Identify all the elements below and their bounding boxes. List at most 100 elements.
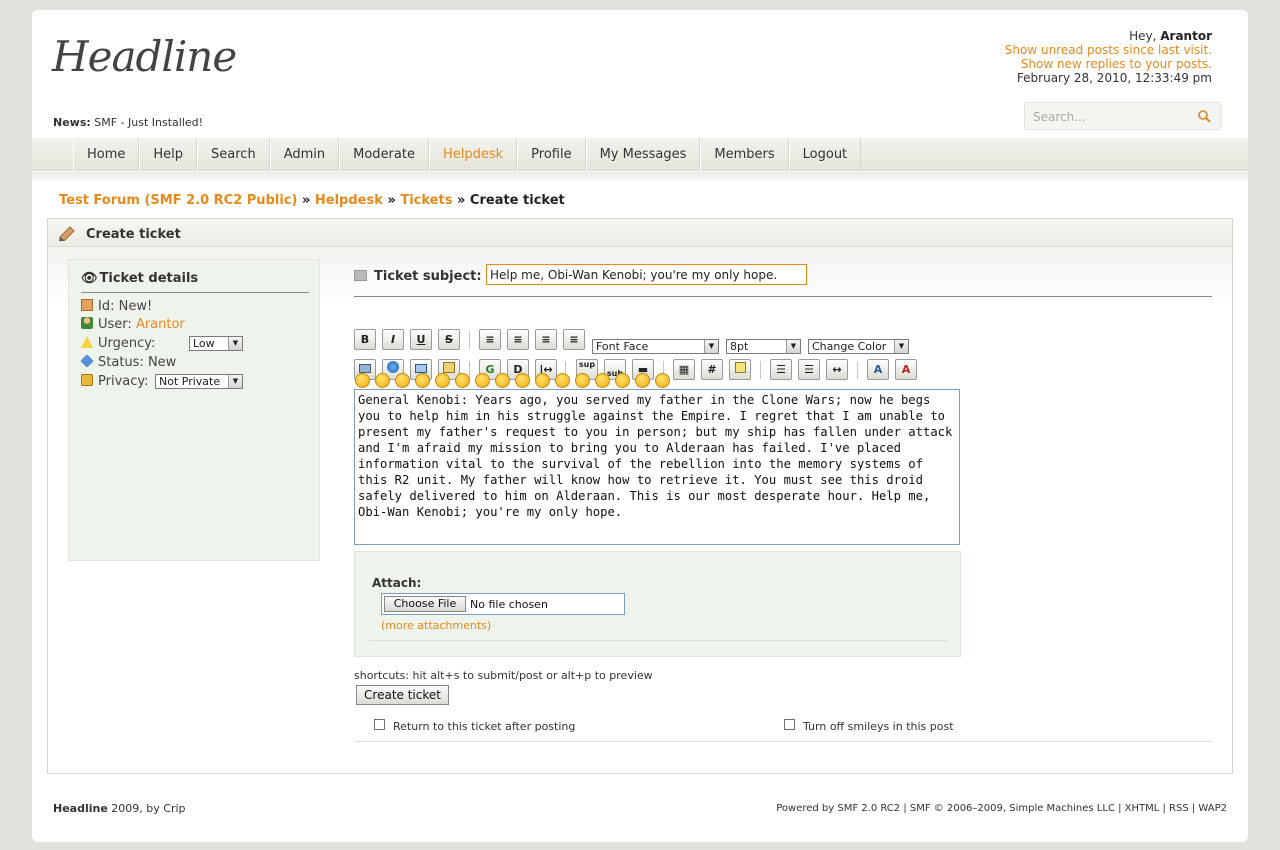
user-box: Hey, Arantor Show unread posts since las…: [1005, 29, 1212, 85]
align-right-button[interactable]: ≡: [563, 329, 585, 350]
folder-icon: [354, 270, 367, 281]
message-textarea[interactable]: General Kenobi: Years ago, you served my…: [354, 389, 960, 545]
undecided-icon[interactable]: [615, 373, 630, 388]
lock-icon: [81, 374, 93, 386]
panel-body: 👁 Ticket details Id: New! User: Arantor …: [48, 247, 1232, 773]
breadcrumb-tickets[interactable]: Tickets: [400, 193, 452, 208]
color-value: Change Color: [812, 340, 887, 353]
subject-input[interactable]: [486, 264, 807, 285]
site-logo[interactable]: Headline: [52, 32, 237, 81]
align-icon: ≡: [485, 333, 495, 346]
bulleted-list-button[interactable]: ☰: [770, 359, 792, 380]
user-link[interactable]: Arantor: [136, 317, 185, 332]
chevron-down-icon: ▼: [228, 375, 242, 388]
nav-home[interactable]: Home: [73, 138, 140, 171]
breadcrumb: Test Forum (SMF 2.0 RC2 Public) » Helpde…: [59, 193, 565, 208]
angry-icon[interactable]: [435, 373, 450, 388]
grin-icon[interactable]: [415, 373, 430, 388]
strike-button[interactable]: S: [438, 329, 460, 350]
insert-quote-button[interactable]: [729, 359, 751, 380]
nav-profile[interactable]: Profile: [517, 138, 586, 171]
tongue-icon[interactable]: [555, 373, 570, 388]
toolbar-separator: [469, 331, 470, 349]
urgency-select[interactable]: Low ▼: [189, 336, 243, 351]
footer-credit: Headline 2009, by Crip: [53, 802, 186, 815]
shocked-icon[interactable]: [475, 373, 490, 388]
eye-icon: 👁: [81, 271, 98, 286]
rolleyes-icon[interactable]: [535, 373, 550, 388]
smiley-icon[interactable]: [355, 373, 370, 388]
nav-help[interactable]: Help: [139, 138, 198, 171]
color-select[interactable]: Change Color ▼: [808, 339, 909, 354]
remove-format-button[interactable]: A: [867, 359, 889, 380]
cry-icon[interactable]: [655, 373, 670, 388]
chevron-down-icon: ▼: [786, 340, 800, 353]
id-label: Id:: [98, 299, 115, 314]
italic-button[interactable]: I: [382, 329, 404, 350]
horizontal-rule-button[interactable]: ↔: [826, 359, 848, 380]
nav-logout[interactable]: Logout: [788, 138, 862, 171]
bold-button[interactable]: B: [354, 329, 376, 350]
detail-user: User: Arantor: [81, 317, 185, 333]
nav-admin[interactable]: Admin: [269, 138, 340, 171]
new-replies-link[interactable]: Show new replies to your posts.: [1005, 57, 1212, 71]
user-label: User:: [98, 317, 132, 332]
toggle-view-button[interactable]: A: [895, 359, 917, 380]
nav-my-messages[interactable]: My Messages: [585, 138, 701, 171]
nav-search[interactable]: Search: [197, 138, 270, 171]
privacy-select[interactable]: Not Private ▼: [155, 374, 243, 389]
warning-icon: [81, 336, 93, 348]
nav-members[interactable]: Members: [700, 138, 789, 171]
align-left-button[interactable]: ≡: [507, 329, 529, 350]
main-nav: Home Help Search Admin Moderate Helpdesk…: [32, 138, 1248, 171]
pre-button[interactable]: ≡: [479, 329, 501, 350]
huh-icon[interactable]: [515, 373, 530, 388]
attach-divider: [369, 640, 947, 641]
insert-code-button[interactable]: #: [701, 359, 723, 380]
bullet-list-icon: ☰: [776, 363, 786, 376]
choose-file-button[interactable]: Choose File: [384, 596, 466, 612]
create-ticket-button[interactable]: Create ticket: [356, 685, 449, 705]
disable-smileys-checkbox[interactable]: [784, 719, 795, 730]
nav-helpdesk[interactable]: Helpdesk: [428, 138, 518, 171]
font-face-select[interactable]: Font Face ▼: [592, 339, 719, 354]
breadcrumb-helpdesk[interactable]: Helpdesk: [315, 193, 383, 208]
attach-label: Attach:: [372, 576, 422, 590]
return-to-ticket-checkbox[interactable]: [374, 719, 385, 730]
breadcrumb-forum[interactable]: Test Forum (SMF 2.0 RC2 Public): [59, 193, 297, 208]
embarrassed-icon[interactable]: [575, 373, 590, 388]
underline-button[interactable]: U: [410, 329, 432, 350]
footer-powered: Powered by SMF 2.0 RC2 | SMF © 2006–2009…: [776, 803, 1227, 814]
breadcrumb-sep: »: [456, 193, 466, 208]
font-size-select[interactable]: 8pt ▼: [726, 339, 801, 354]
status-label: Status:: [98, 355, 144, 370]
username: Arantor: [1160, 29, 1212, 43]
insert-table-button[interactable]: ▦: [673, 359, 695, 380]
search-icon[interactable]: [1197, 109, 1211, 123]
sad-icon[interactable]: [455, 373, 470, 388]
font-color-icon: A: [901, 363, 911, 376]
detail-status: Status: New: [80, 354, 177, 371]
news-line: News: SMF - Just Installed!: [53, 116, 203, 129]
more-attachments-link[interactable]: (more attachments): [381, 619, 491, 632]
cheesy-icon[interactable]: [395, 373, 410, 388]
kiss-icon[interactable]: [635, 373, 650, 388]
pencil-icon: [59, 226, 75, 241]
cool-icon[interactable]: [495, 373, 510, 388]
unread-posts-link[interactable]: Show unread posts since last visit.: [1005, 43, 1212, 57]
align-right-icon: ≡: [569, 333, 579, 346]
nav-moderate[interactable]: Moderate: [339, 138, 429, 171]
page-wrapper: Headline News: SMF - Just Installed! Hey…: [32, 10, 1248, 842]
wink-icon[interactable]: [375, 373, 390, 388]
file-input[interactable]: Choose File No file chosen: [381, 593, 625, 615]
align-left-icon: ≡: [513, 333, 523, 346]
align-center-button[interactable]: ≡: [535, 329, 557, 350]
urgency-label: Urgency:: [98, 336, 156, 351]
toolbar-separator: [760, 361, 761, 379]
lipsrsealed-icon[interactable]: [595, 373, 610, 388]
status-value: New: [147, 355, 177, 370]
file-status: No file chosen: [470, 598, 548, 611]
disable-smileys-label: Turn off smileys in this post: [803, 720, 954, 733]
numbered-list-button[interactable]: ☰: [798, 359, 820, 380]
search-input[interactable]: [1033, 109, 1193, 125]
